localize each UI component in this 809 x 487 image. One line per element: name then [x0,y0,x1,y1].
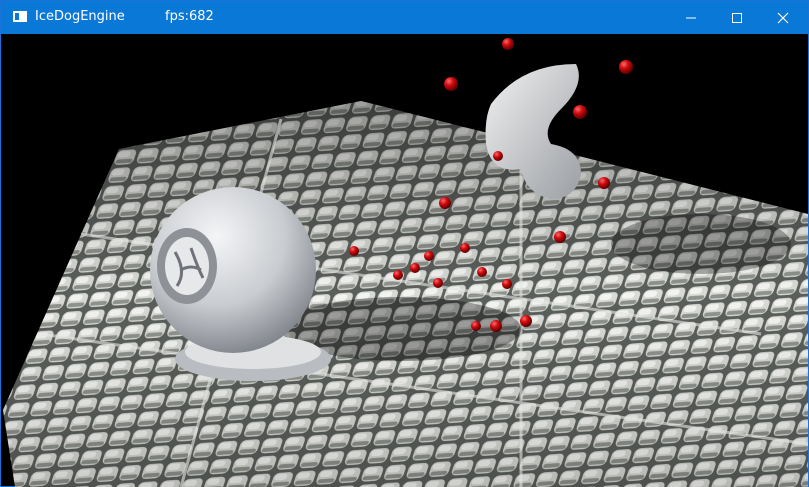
app-window: IceDogEngine fps:682 [0,0,809,487]
scene-render [3,38,808,487]
minimize-button[interactable] [668,1,714,34]
fps-counter: fps:682 [165,9,214,24]
window-title: IceDogEngine [35,9,125,24]
render-viewport[interactable] [1,34,808,487]
app-window-icon [13,11,27,22]
title-bar[interactable]: IceDogEngine fps:682 [1,1,808,34]
maximize-icon [732,12,742,23]
maximize-button[interactable] [714,1,760,34]
close-icon [777,12,789,23]
minimize-icon [686,17,696,18]
close-button[interactable] [760,1,806,34]
